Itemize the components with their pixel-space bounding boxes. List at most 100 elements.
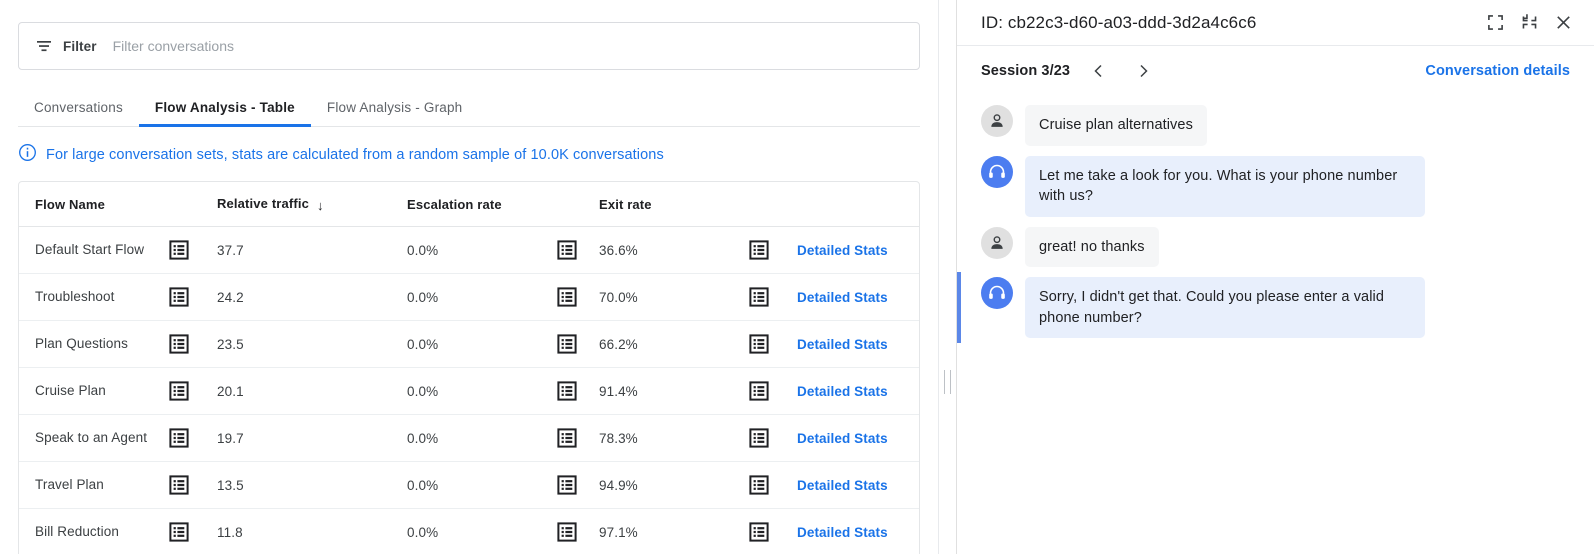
tab-conversations[interactable]: Conversations (18, 100, 139, 126)
flow-analysis-table: Flow Name Relative traffic ↓ Escalation r… (18, 181, 920, 554)
agent-message-row[interactable]: Sorry, I didn't get that. Could you plea… (957, 272, 1594, 343)
flow-analysis-pane: Filter Conversations Flow Analysis - Tab… (0, 0, 938, 554)
tab-flow-analysis-table[interactable]: Flow Analysis - Table (139, 100, 311, 126)
cell-exit-rate: 94.9% (599, 462, 749, 509)
table-row[interactable]: Plan Questions23.50.0%66.2%Detailed Stat… (19, 321, 919, 368)
cell-relative-traffic: 20.1 (217, 368, 407, 415)
cell-flow-name: Travel Plan (35, 476, 169, 494)
table-row[interactable]: Default Start Flow37.70.0%36.6%Detailed … (19, 227, 919, 274)
message-bubble: Cruise plan alternatives (1025, 105, 1207, 146)
column-header-spacer-3 (749, 182, 797, 227)
list-view-icon[interactable] (557, 334, 599, 354)
panel-resize-grip-icon[interactable] (944, 370, 951, 394)
filter-input[interactable] (113, 38, 903, 54)
panel-resize-handle[interactable] (938, 0, 956, 554)
headset-icon (981, 156, 1013, 188)
table-row[interactable]: Speak to an Agent19.70.0%78.3%Detailed S… (19, 415, 919, 462)
list-view-icon[interactable] (169, 240, 217, 260)
list-view-icon[interactable] (169, 522, 217, 542)
table-header-row: Flow Name Relative traffic ↓ Escalation r… (19, 182, 919, 227)
column-header-escalation-rate[interactable]: Escalation rate (407, 182, 557, 227)
table-row[interactable]: Cruise Plan20.10.0%91.4%Detailed Stats (19, 368, 919, 415)
table-row[interactable]: Bill Reduction 11.80.0% 97.1% Detailed Stat… (19, 509, 919, 554)
cell-relative-traffic: 19.7 (217, 415, 407, 462)
list-view-icon[interactable] (169, 334, 217, 354)
app-root: Filter Conversations Flow Analysis - Tab… (0, 0, 1594, 554)
column-header-exit-rate[interactable]: Exit rate (599, 182, 749, 227)
list-view-icon[interactable] (749, 334, 797, 354)
list-view-icon[interactable] (557, 240, 599, 260)
cell-exit-rate: 78.3% (599, 415, 749, 462)
detailed-stats-link[interactable]: Detailed Stats (797, 478, 888, 493)
list-view-icon[interactable] (557, 475, 599, 495)
detailed-stats-link[interactable]: Detailed Stats (797, 384, 888, 399)
user-message-row[interactable]: great! no thanks (957, 222, 1594, 273)
list-view-icon[interactable] (749, 240, 797, 260)
list-view-icon[interactable] (749, 522, 797, 542)
detailed-stats-link[interactable]: Detailed Stats (797, 337, 888, 352)
sort-desc-icon[interactable]: ↓ (317, 198, 324, 213)
list-view-icon[interactable] (749, 475, 797, 495)
cell-exit-rate: 36.6% (599, 227, 749, 274)
tab-flow-analysis-graph[interactable]: Flow Analysis - Graph (311, 100, 479, 126)
conversation-detail-panel: ID: cb22c3-d60-a03-ddd-3d2a4c6c6 (956, 0, 1594, 554)
list-view-icon[interactable] (169, 287, 217, 307)
column-header-relative-traffic-label: Relative traffic (217, 196, 309, 211)
cell-escalation-rate: 0.0% (407, 368, 557, 415)
table-row[interactable]: Travel Plan13.50.0%94.9%Detailed Stats (19, 462, 919, 509)
cell-exit-rate: 91.4% (599, 368, 749, 415)
table-body: Default Start Flow37.70.0%36.6%Detailed … (19, 227, 919, 554)
user-message-row[interactable]: Cruise plan alternatives (957, 100, 1594, 151)
list-view-icon[interactable] (557, 522, 599, 542)
conversation-details-link[interactable]: Conversation details (1425, 63, 1570, 79)
column-header-relative-traffic[interactable]: Relative traffic ↓ (217, 182, 407, 227)
detailed-stats-link[interactable]: Detailed Stats (797, 431, 888, 446)
list-view-icon[interactable] (169, 381, 217, 401)
grip-line-1 (944, 370, 945, 394)
cell-relative-traffic: 11.8 (217, 509, 407, 554)
filter-label: Filter (63, 39, 97, 54)
collapse-icon[interactable] (1512, 6, 1546, 40)
next-session-button[interactable] (1128, 56, 1158, 86)
cell-flow-name: Plan Questions (35, 335, 169, 353)
list-view-icon[interactable] (169, 428, 217, 448)
agent-message-row[interactable]: Let me take a look for you. What is your… (957, 151, 1594, 222)
cell-escalation-rate: 0.0% (407, 274, 557, 321)
table-header: Flow Name Relative traffic ↓ Escalation r… (19, 182, 919, 227)
filter-bar[interactable]: Filter (18, 22, 920, 70)
cell-relative-traffic: 23.5 (217, 321, 407, 368)
close-icon[interactable] (1546, 6, 1580, 40)
detailed-stats-link[interactable]: Detailed Stats (797, 525, 888, 540)
list-view-icon[interactable] (169, 475, 217, 495)
list-view-icon[interactable] (749, 428, 797, 448)
message-highlight-bar (957, 272, 961, 343)
expand-icon[interactable] (1478, 6, 1512, 40)
filter-icon (35, 37, 53, 55)
message-bubble: Sorry, I didn't get that. Could you plea… (1025, 277, 1425, 338)
list-view-icon[interactable] (557, 381, 599, 401)
column-header-spacer-2 (557, 182, 599, 227)
table-row[interactable]: Troubleshoot24.20.0%70.0%Detailed Stats (19, 274, 919, 321)
info-banner: For large conversation sets, stats are c… (18, 143, 920, 167)
message-bubble: great! no thanks (1025, 227, 1159, 268)
session-counter-label: Session 3/23 (981, 63, 1070, 79)
list-view-icon[interactable] (557, 287, 599, 307)
grip-line-2 (950, 370, 951, 394)
flow-table: Flow Name Relative traffic ↓ Escalation r… (19, 182, 919, 554)
info-banner-text: For large conversation sets, stats are c… (46, 147, 664, 163)
detailed-stats-link[interactable]: Detailed Stats (797, 243, 888, 258)
cell-relative-traffic: 24.2 (217, 274, 407, 321)
previous-session-button[interactable] (1084, 56, 1114, 86)
list-view-icon[interactable] (557, 428, 599, 448)
list-view-icon[interactable] (749, 287, 797, 307)
cell-flow-name: Speak to an Agent (35, 429, 169, 447)
cell-escalation-rate: 0.0% (407, 462, 557, 509)
list-view-icon[interactable] (749, 381, 797, 401)
column-header-flow-name[interactable]: Flow Name (19, 182, 169, 227)
cell-escalation-rate: 0.0% (407, 321, 557, 368)
cell-escalation-rate: 0.0% (407, 509, 557, 554)
cell-exit-rate: 97.1% (599, 509, 749, 554)
cell-flow-name: Bill Reduction (35, 523, 169, 541)
detailed-stats-link[interactable]: Detailed Stats (797, 290, 888, 305)
message-bubble: Let me take a look for you. What is your… (1025, 156, 1425, 217)
